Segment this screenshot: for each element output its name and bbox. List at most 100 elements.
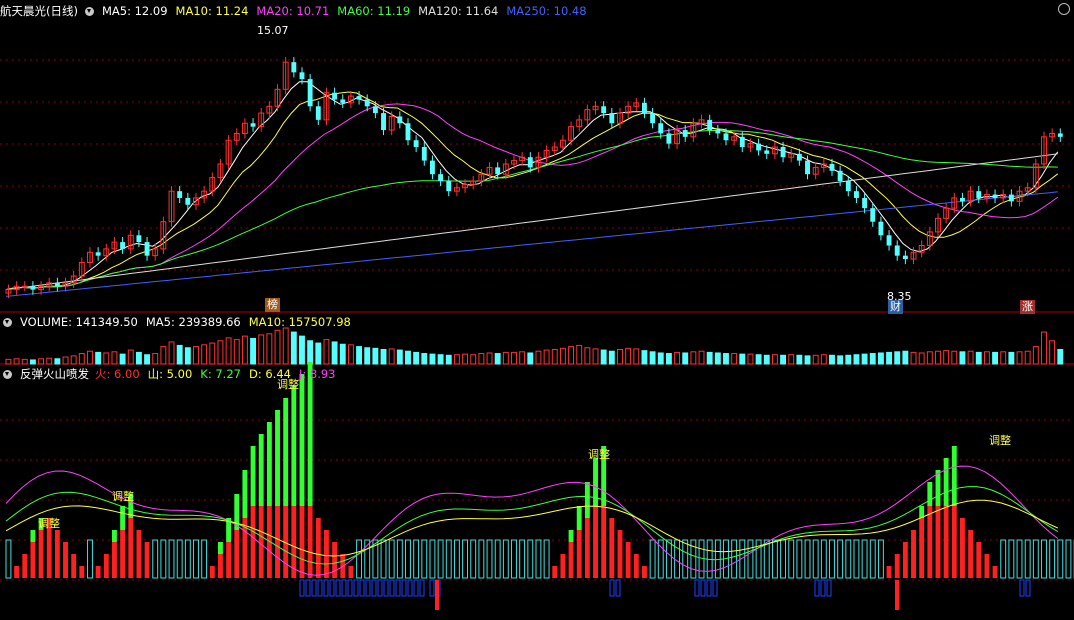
tag-bang[interactable]: 榜 xyxy=(265,298,280,312)
indicator-neg-bar xyxy=(347,579,353,597)
volume-bar xyxy=(519,351,526,365)
indicator-cyan-bar xyxy=(820,539,827,579)
candle-body xyxy=(902,255,908,260)
indicator-cyan-bar xyxy=(1057,539,1064,579)
volume-bar xyxy=(396,349,403,365)
indicator-cyan-bar xyxy=(829,539,835,579)
ma-label-3: MA60: 11.19 xyxy=(337,4,411,18)
indicator-cyan-bar xyxy=(1049,539,1056,579)
volume-bar xyxy=(894,351,901,365)
volume-bar xyxy=(845,354,852,365)
candle-body xyxy=(739,136,745,148)
volume-bar xyxy=(910,351,917,365)
volume-bar xyxy=(771,354,778,365)
indicator-cyan-bar xyxy=(780,539,787,579)
adjust-label-2: 调整 xyxy=(112,490,134,503)
volume-header: VOLUME: 141349.50 MA5: 239389.66 MA10: 157… xyxy=(0,314,367,330)
volume-bar xyxy=(111,351,118,365)
volume-bar xyxy=(364,347,371,365)
volume-label-1: MA5: 239389.66 xyxy=(145,315,241,329)
indicator-red-bar xyxy=(609,518,615,578)
volume-bar xyxy=(780,354,787,365)
volume-bar xyxy=(21,358,28,365)
indicator-neg-bar xyxy=(615,579,621,597)
indicator-green-bar xyxy=(568,530,574,542)
volume-bar xyxy=(600,349,607,365)
indicator-neg-bar xyxy=(317,579,323,597)
volume-bar xyxy=(13,358,20,365)
volume-bar xyxy=(633,348,640,365)
candle-body xyxy=(992,194,998,198)
volume-bar xyxy=(250,337,257,365)
candle-body xyxy=(421,147,427,161)
indicator-red-bar xyxy=(120,530,126,578)
tag-zhang[interactable]: 涨 xyxy=(1020,300,1035,314)
indicator-cyan-bar xyxy=(184,539,191,579)
tag-cai[interactable]: 财 xyxy=(888,300,903,314)
volume-bar xyxy=(551,348,558,365)
indicator-red-bar xyxy=(95,566,101,578)
candle-body xyxy=(54,282,60,287)
indicator-neg-bar xyxy=(371,579,377,597)
indicator-cyan-bar xyxy=(462,539,469,579)
volume-bar xyxy=(812,354,819,365)
candle-body xyxy=(658,123,664,134)
indicator-cyan-bar xyxy=(429,539,436,579)
volume-bar xyxy=(502,351,509,365)
indicator-neg-bar xyxy=(826,579,832,597)
indicator-red-bar xyxy=(886,566,892,578)
indicator-red-bar xyxy=(968,530,974,578)
indicator-cyan-bar xyxy=(1041,539,1047,579)
volume-bar xyxy=(103,352,110,365)
indicator-cyan-bar xyxy=(152,539,159,579)
indicator-red-bar xyxy=(625,542,631,578)
indicator-cyan-bar xyxy=(421,539,428,579)
candle-body xyxy=(332,92,338,100)
adjust-label-1: 调整 xyxy=(38,517,60,530)
indicator-name: 反弹火山喷发 xyxy=(20,367,89,381)
candle-body xyxy=(291,62,297,73)
volume-bar xyxy=(494,353,501,365)
indicator-cyan-bar xyxy=(812,539,819,579)
volume-bar xyxy=(617,348,623,365)
indicator-cyan-bar xyxy=(519,539,526,579)
candle-body xyxy=(707,119,713,131)
indicator-red-bar xyxy=(593,506,598,578)
indicator-red-bar xyxy=(14,566,20,578)
volume-bar xyxy=(453,354,460,365)
dropdown-icon[interactable] xyxy=(3,370,12,379)
dropdown-icon[interactable] xyxy=(84,7,94,16)
indicator-green-bar xyxy=(943,458,949,506)
volume-bar xyxy=(1049,340,1056,365)
indicator-cyan-bar xyxy=(356,539,363,579)
indicator-cyan-bar xyxy=(1065,539,1072,579)
indicator-cyan-bar xyxy=(511,539,517,579)
ma-line-MA60 xyxy=(5,129,1058,291)
candle-body xyxy=(438,174,444,181)
volume-bar xyxy=(959,351,966,365)
indicator-red-bar xyxy=(935,506,941,578)
volume-bar xyxy=(95,351,102,365)
indicator-green-bar xyxy=(593,458,598,506)
indicator-green-bar xyxy=(275,410,280,506)
volume-bar xyxy=(992,351,999,365)
dropdown-icon[interactable] xyxy=(3,318,12,327)
indicator-neg-bar xyxy=(329,579,335,597)
volume-bar xyxy=(747,353,754,365)
indicator-neg-bar xyxy=(694,579,700,597)
volume-bar xyxy=(241,335,248,365)
indicator-green-bar xyxy=(584,482,590,518)
volume-bar xyxy=(135,351,142,365)
settings-icon[interactable] xyxy=(1058,3,1070,15)
volume-bar xyxy=(698,350,705,365)
volume-bar xyxy=(119,353,126,365)
indicator-neg-bar xyxy=(429,579,435,597)
volume-bar xyxy=(902,350,909,365)
volume-bar xyxy=(62,356,69,365)
volume-bar xyxy=(1008,351,1015,365)
indicator-green-bar xyxy=(576,506,582,530)
k-line xyxy=(5,486,1059,565)
candle-body xyxy=(1008,194,1014,202)
candle-body xyxy=(1057,133,1063,137)
ma-label-1: MA10: 11.24 xyxy=(175,4,249,18)
